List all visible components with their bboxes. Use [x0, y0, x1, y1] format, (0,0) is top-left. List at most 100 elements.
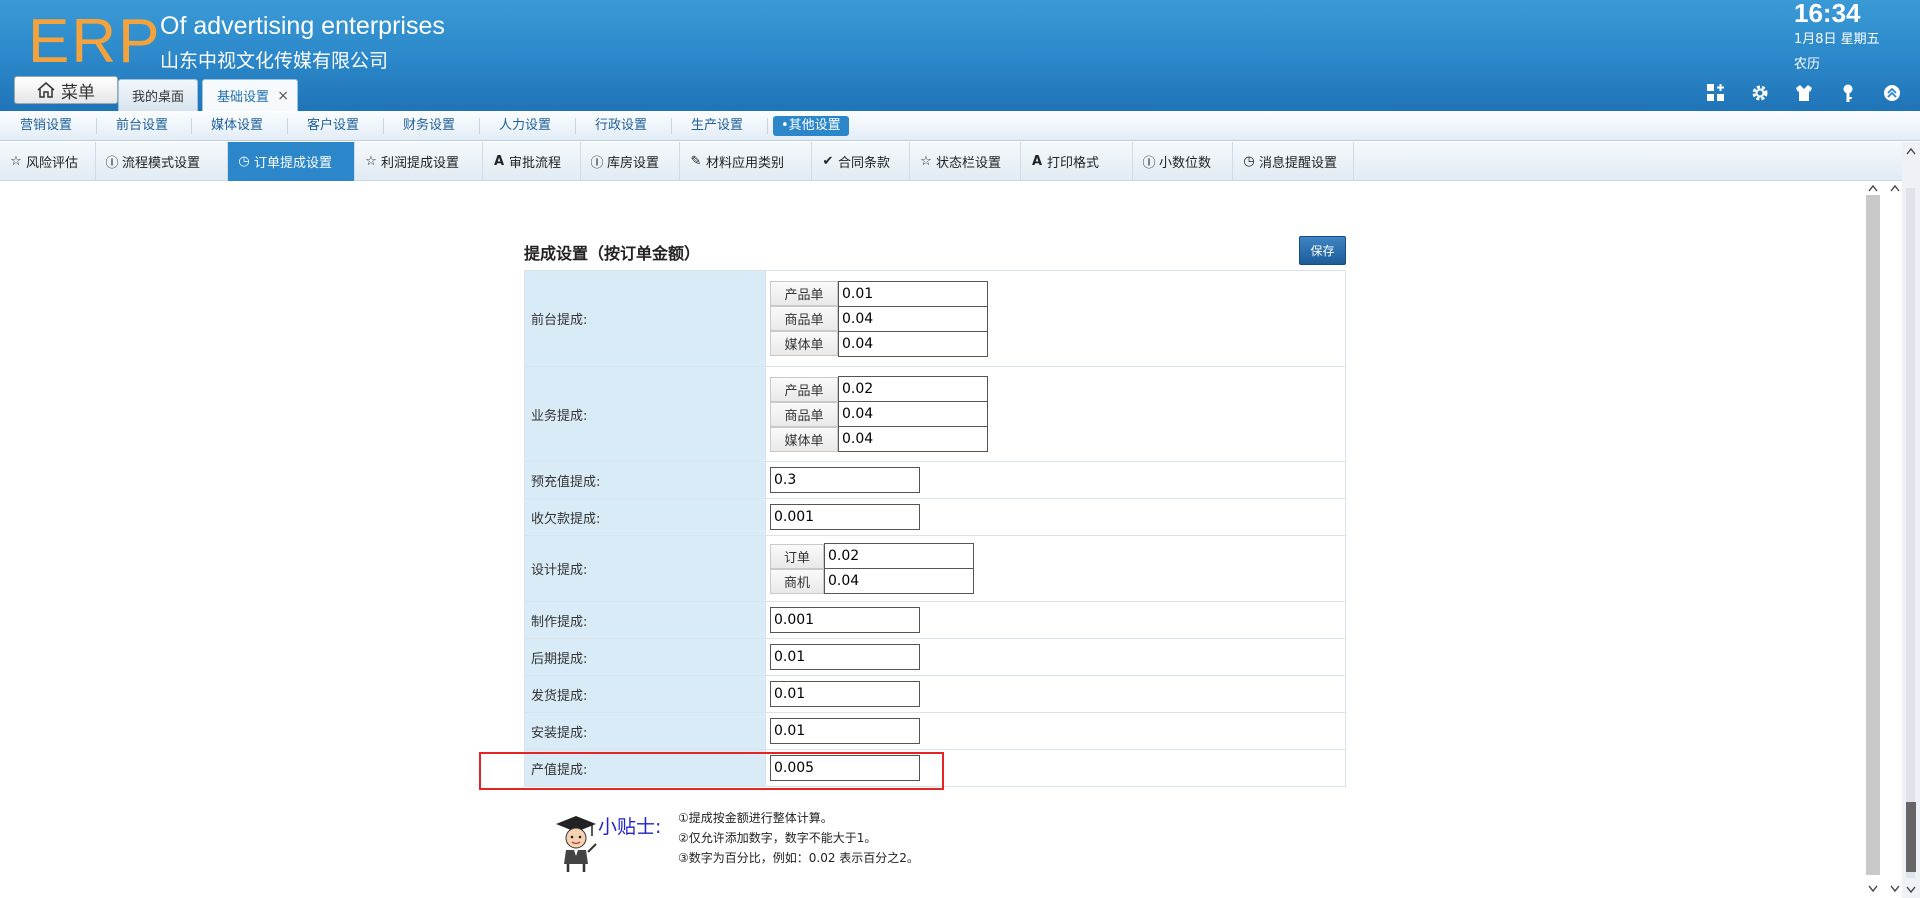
nav-item-marketing[interactable]: 营销设置: [20, 116, 72, 136]
page-title: 提成设置（按订单金额）: [524, 244, 701, 263]
form-row: 前台提成: 产品单 商品单 媒体单: [524, 270, 1346, 367]
sub-field: 媒体单: [770, 426, 1341, 452]
design-opportunity-input[interactable]: [824, 568, 974, 594]
subnav-label: 审批流程: [509, 156, 562, 171]
field-label: 后期提成:: [524, 638, 766, 676]
gear-icon[interactable]: [1750, 83, 1770, 103]
content-scrollbar[interactable]: [1866, 181, 1900, 898]
field-label: 设计提成:: [524, 535, 766, 602]
nav-item-finance[interactable]: 财务设置: [403, 116, 455, 136]
sub-field: 订单: [770, 543, 1341, 569]
sub-field-tag: 商品单: [770, 401, 838, 427]
field-value: [765, 601, 1346, 639]
nav-separator: [383, 118, 384, 134]
shirt-icon[interactable]: [1794, 83, 1814, 103]
subnav-message-reminder[interactable]: ◷ 消息提醒设置: [1233, 142, 1354, 181]
field-label: 前台提成:: [524, 270, 766, 367]
subnav-approval-flow[interactable]: A 审批流程: [483, 142, 581, 181]
field-label: 安装提成:: [524, 712, 766, 750]
front-product-input[interactable]: [838, 280, 988, 307]
design-order-input[interactable]: [824, 543, 974, 569]
graduate-mascot-icon: [556, 816, 597, 872]
subnav-warehouse[interactable]: Ⓘ 库房设置: [581, 142, 680, 181]
close-icon[interactable]: ×: [277, 88, 289, 104]
clock-icon: ◷: [238, 154, 250, 169]
subnav-order-commission[interactable]: ◷ 订单提成设置: [228, 142, 355, 181]
nav-item-hr[interactable]: 人力设置: [499, 116, 551, 136]
subnav-print-format[interactable]: A 打印格式: [1021, 142, 1133, 181]
sub-field: 媒体单: [770, 330, 1341, 357]
field-label: 业务提成:: [524, 366, 766, 462]
field-label: 收欠款提成:: [524, 498, 766, 536]
subnav-label: 订单提成设置: [254, 156, 333, 171]
menu-button[interactable]: 菜单: [14, 76, 118, 104]
business-goods-input[interactable]: [838, 401, 988, 427]
clock: 16:34 1月8日 星期五 农历: [1794, 0, 1894, 72]
erp-logo: ERP: [28, 7, 162, 76]
sub-field-tag: 商品单: [770, 306, 838, 331]
field-value: [765, 638, 1346, 676]
production-commission-input[interactable]: [770, 607, 920, 633]
grid-add-icon[interactable]: [1706, 83, 1726, 103]
subnav-material-category[interactable]: ✎ 材料应用类别: [680, 142, 812, 181]
tab-basic-settings[interactable]: 基础设置 ×: [202, 79, 298, 111]
field-label: 制作提成:: [524, 601, 766, 639]
clock-icon: ◷: [1243, 154, 1255, 169]
menu-button-label: 菜单: [61, 82, 95, 103]
business-media-input[interactable]: [838, 426, 988, 452]
circle-pause-icon: Ⓘ: [590, 156, 604, 171]
subnav-decimal-places[interactable]: Ⓘ 小数位数: [1133, 142, 1233, 181]
settings-category-nav: 营销设置 前台设置 媒体设置 客户设置 财务设置 人力设置 行政设置 生产设置 …: [0, 111, 1920, 141]
star-icon: ☆: [10, 154, 22, 169]
key-icon[interactable]: [1838, 83, 1858, 103]
subnav-profit-commission[interactable]: ☆ 利润提成设置: [355, 142, 483, 181]
nav-item-front-desk[interactable]: 前台设置: [116, 116, 168, 136]
field-value: 产品单 商品单 媒体单: [765, 270, 1346, 367]
arrears-commission-input[interactable]: [770, 504, 920, 530]
nav-item-other[interactable]: •其他设置: [773, 116, 849, 136]
installation-commission-input[interactable]: [770, 718, 920, 744]
form-row: 业务提成: 产品单 商品单 媒体单: [524, 366, 1346, 462]
subnav-label: 状态栏设置: [936, 156, 1002, 171]
sub-field: 产品单: [770, 376, 1341, 402]
nav-item-media[interactable]: 媒体设置: [211, 116, 263, 136]
shipping-commission-input[interactable]: [770, 681, 920, 707]
form-row: 后期提成:: [524, 638, 1346, 676]
field-value: 订单 商机: [765, 535, 1346, 602]
post-commission-input[interactable]: [770, 644, 920, 670]
subnav-risk-assessment[interactable]: ☆ 风险评估: [0, 142, 96, 181]
tips-label: 小贴士:: [598, 816, 662, 838]
nav-separator: [767, 118, 768, 134]
field-value: [765, 675, 1346, 713]
subnav-process-mode[interactable]: Ⓘ 流程模式设置: [96, 142, 228, 181]
save-button[interactable]: 保存: [1299, 236, 1346, 265]
pencil-icon: ✎: [690, 154, 702, 169]
prepaid-commission-input[interactable]: [770, 467, 920, 493]
nav-item-customer[interactable]: 客户设置: [307, 116, 359, 136]
tab-my-desktop[interactable]: 我的桌面: [118, 79, 198, 111]
outer-scrollbar[interactable]: [1902, 142, 1920, 898]
subnav-label: 打印格式: [1047, 156, 1100, 171]
tip-line: ③数字为百分比，例如：0.02 表示百分之2。: [678, 851, 919, 865]
nav-separator: [191, 118, 192, 134]
collapse-icon[interactable]: [1882, 83, 1902, 103]
subnav-label: 合同条款: [838, 156, 891, 171]
nav-item-production[interactable]: 生产设置: [691, 116, 743, 136]
subnav-label: 小数位数: [1159, 156, 1212, 171]
circle-pause-icon: Ⓘ: [1142, 156, 1156, 171]
field-value: [765, 498, 1346, 536]
clock-time: 16:34: [1794, 0, 1861, 28]
tip-line: ②仅允许添加数字，数字不能大于1。: [678, 831, 877, 845]
business-product-input[interactable]: [838, 376, 988, 402]
subnav-status-bar[interactable]: ☆ 状态栏设置: [910, 142, 1021, 181]
brand-name-en: Of advertising enterprises: [160, 12, 445, 40]
nav-separator: [575, 118, 576, 134]
nav-item-admin[interactable]: 行政设置: [595, 116, 647, 136]
circle-pause-icon: Ⓘ: [105, 156, 119, 171]
clock-lunar: 农历: [1794, 57, 1821, 72]
field-label: 发货提成:: [524, 675, 766, 713]
front-media-input[interactable]: [838, 330, 988, 357]
front-goods-input[interactable]: [838, 305, 988, 332]
subnav-contract-terms[interactable]: ✔ 合同条款: [812, 142, 910, 181]
star-icon: ☆: [365, 154, 377, 169]
